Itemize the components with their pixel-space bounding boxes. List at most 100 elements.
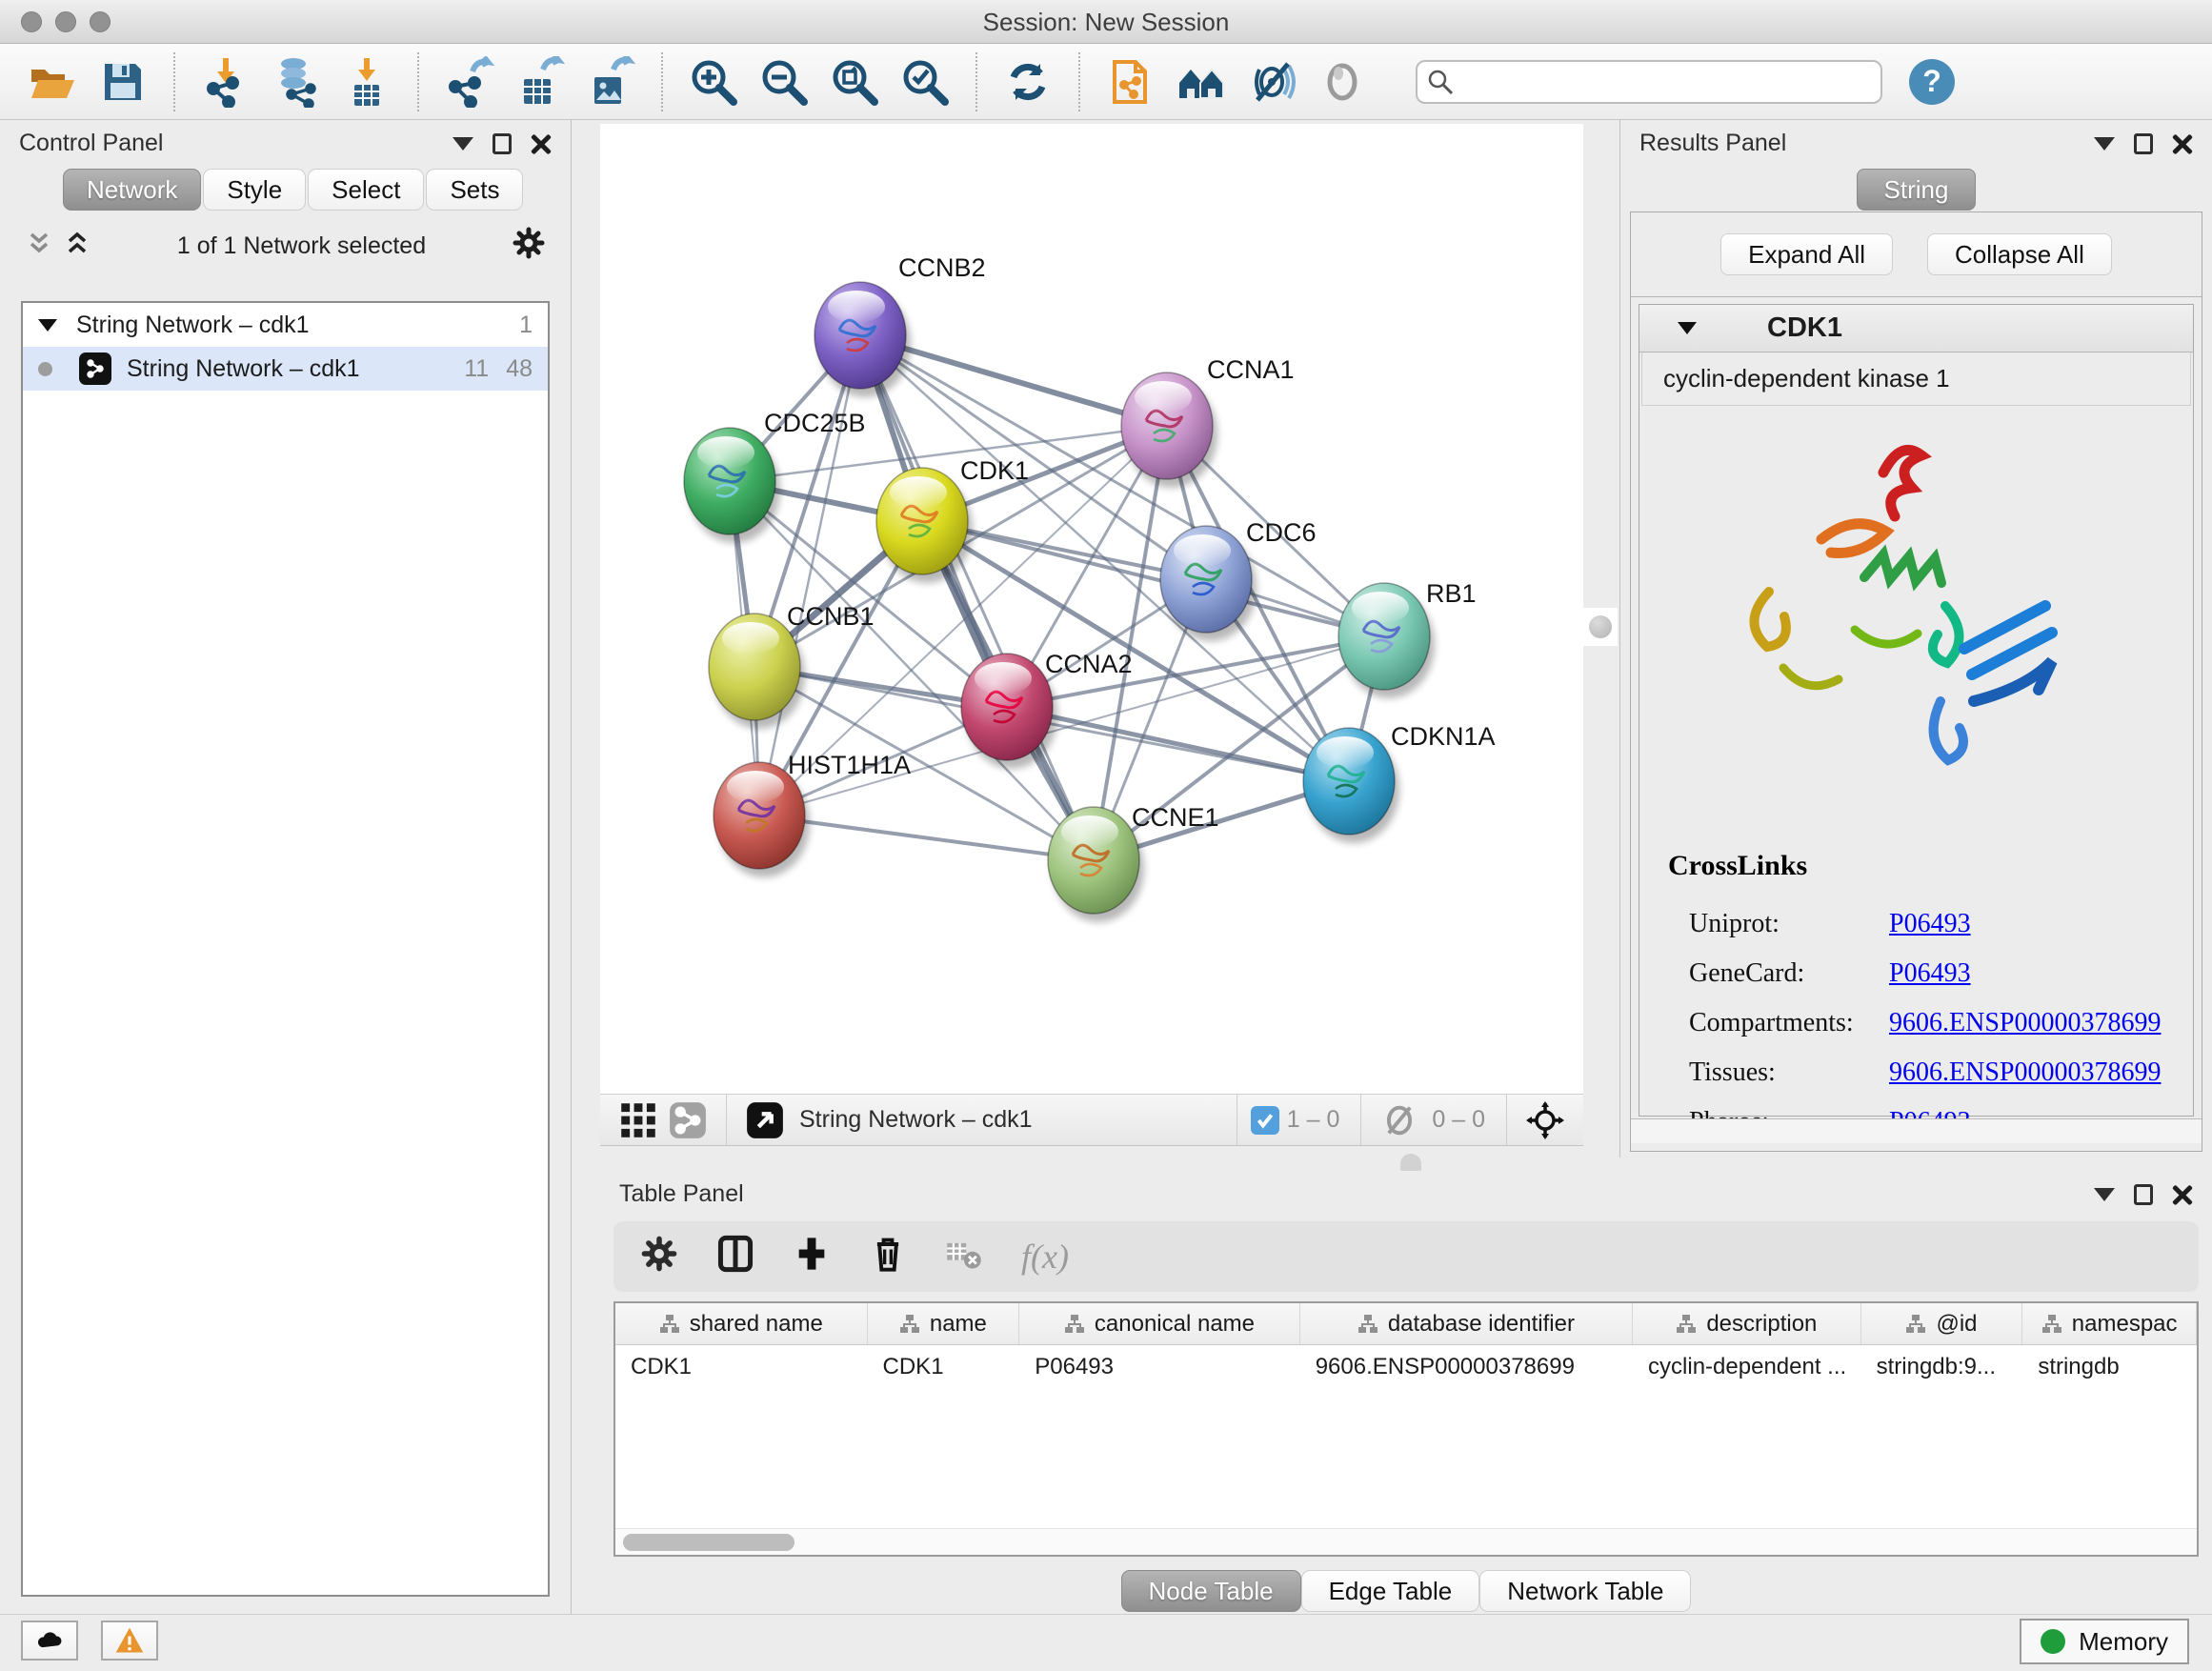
collapse-all-button[interactable]: Collapse All: [1927, 233, 2112, 275]
panel-float-icon[interactable]: [493, 133, 512, 154]
crosslink-link[interactable]: 9606.ENSP00000378699: [1889, 1057, 2161, 1088]
fit-content-crosshair-icon[interactable]: [1526, 1101, 1564, 1139]
edge-count: 48: [506, 355, 533, 383]
column-header-name[interactable]: name: [868, 1303, 1020, 1344]
show-columns-icon[interactable]: [716, 1235, 754, 1279]
collection-expand-icon[interactable]: [38, 319, 57, 332]
network-edge-CCNB2-CCNE1[interactable]: [860, 335, 1094, 860]
warnings-button[interactable]: [101, 1621, 158, 1661]
export-image-button[interactable]: [581, 51, 640, 112]
save-session-button[interactable]: [93, 51, 152, 112]
network-node-CCNA2[interactable]: CCNA2: [961, 650, 1133, 769]
crosslink-link[interactable]: P06493: [1889, 958, 1971, 989]
panel-close-icon[interactable]: [2172, 133, 2193, 154]
network-collection-row[interactable]: String Network – cdk1 1: [23, 303, 548, 347]
table-options-gear-icon[interactable]: [640, 1235, 678, 1279]
clear-table-icon[interactable]: [945, 1235, 983, 1279]
tab-string[interactable]: String: [1857, 169, 1977, 211]
zoom-fit-button[interactable]: [825, 51, 884, 112]
show-graphics-details-button[interactable]: [1313, 51, 1372, 112]
table-cell[interactable]: CDK1: [615, 1345, 868, 1389]
search-input[interactable]: [1416, 60, 1882, 104]
panel-menu-icon[interactable]: [452, 137, 473, 151]
table-cell[interactable]: CDK1: [868, 1345, 1020, 1389]
panel-close-icon[interactable]: [2172, 1184, 2193, 1205]
zoom-out-button[interactable]: [754, 51, 814, 112]
network-node-CCNB1[interactable]: CCNB1: [709, 602, 875, 729]
network-node-CDC6[interactable]: CDC6: [1160, 518, 1317, 641]
add-column-icon[interactable]: [793, 1235, 831, 1279]
expand-all-button[interactable]: Expand All: [1720, 233, 1893, 275]
panel-menu-icon[interactable]: [2094, 137, 2115, 151]
crosslink-link[interactable]: P06493: [1889, 909, 1971, 939]
share-document-button[interactable]: [1101, 51, 1160, 112]
zoom-in-button[interactable]: [684, 51, 743, 112]
panel-close-icon[interactable]: [531, 133, 552, 154]
column-header-description[interactable]: description: [1633, 1303, 1861, 1344]
tab-network[interactable]: Network: [63, 169, 201, 211]
table-row[interactable]: CDK1CDK1P064939606.ENSP00000378699cyclin…: [615, 1345, 2197, 1389]
table-cell[interactable]: stringdb: [2022, 1345, 2197, 1389]
table-cell[interactable]: cyclin-dependent ...: [1633, 1345, 1861, 1389]
collapse-all-networks-icon[interactable]: [25, 229, 53, 264]
hidden-items-icon[interactable]: [1380, 1101, 1418, 1139]
birdseye-view-icon[interactable]: [746, 1101, 784, 1139]
results-scrollbar[interactable]: [1631, 1118, 2202, 1143]
refresh-button[interactable]: [998, 51, 1057, 112]
panel-float-icon[interactable]: [2134, 133, 2153, 154]
panel-float-icon[interactable]: [2134, 1184, 2153, 1205]
delete-column-icon[interactable]: [869, 1235, 907, 1279]
table-cell[interactable]: P06493: [1019, 1345, 1299, 1389]
tab-edge-table[interactable]: Edge Table: [1301, 1570, 1480, 1612]
network-node-CCNB2[interactable]: CCNB2: [814, 253, 986, 397]
network-node-CDKN1A[interactable]: CDKN1A: [1303, 722, 1496, 843]
gene-collapse-icon[interactable]: [1678, 322, 1697, 334]
network-node-HIST1H1A[interactable]: HIST1H1A: [714, 751, 911, 877]
cloud-status-button[interactable]: [21, 1621, 78, 1661]
table-horizontal-scrollbar[interactable]: [615, 1528, 2197, 1555]
tab-style[interactable]: Style: [203, 169, 306, 211]
network-view[interactable]: CCNB2CCNA1CDC25BCDK1CDC6RB1CCNB1CCNA2CDK…: [600, 124, 1583, 1094]
results-panel-splitter[interactable]: [1583, 608, 1618, 646]
table-cell[interactable]: stringdb:9...: [1861, 1345, 2023, 1389]
network-edge-CCNA2-CDKN1A[interactable]: [1007, 707, 1349, 781]
crosslink-link[interactable]: 9606.ENSP00000378699: [1889, 1008, 2161, 1038]
import-network-file-button[interactable]: [196, 51, 255, 112]
open-session-button[interactable]: [23, 51, 82, 112]
network-options-gear-icon[interactable]: [512, 226, 546, 267]
selected-items-checkbox[interactable]: [1251, 1106, 1279, 1135]
column-header-canonical-name[interactable]: canonical name: [1019, 1303, 1299, 1344]
export-network-button[interactable]: [440, 51, 499, 112]
gene-section-header[interactable]: CDK1: [1639, 305, 2193, 352]
memory-button[interactable]: Memory: [2020, 1619, 2189, 1664]
hide-enhanced-graphics-button[interactable]: [1242, 51, 1301, 112]
network-share-icon[interactable]: [669, 1101, 707, 1139]
function-builder-icon[interactable]: f(x): [1021, 1237, 1069, 1277]
help-button[interactable]: ?: [1909, 59, 1955, 105]
panel-menu-icon[interactable]: [2094, 1188, 2115, 1201]
network-row[interactable]: String Network – cdk1 11 48: [23, 347, 548, 391]
import-table-file-button[interactable]: [337, 51, 396, 112]
table-cell[interactable]: 9606.ENSP00000378699: [1300, 1345, 1633, 1389]
tab-select[interactable]: Select: [308, 169, 424, 211]
tab-network-table[interactable]: Network Table: [1479, 1570, 1691, 1612]
import-network-database-button[interactable]: [267, 51, 326, 112]
network-node-CCNE1[interactable]: CCNE1: [1048, 803, 1219, 922]
string-home-button[interactable]: [1172, 51, 1231, 112]
tab-node-table[interactable]: Node Table: [1121, 1570, 1301, 1612]
export-table-button[interactable]: [511, 51, 570, 112]
crosslink-row: GeneCard:P06493: [1668, 949, 2164, 998]
column-header-namespac[interactable]: namespac: [2022, 1303, 2197, 1344]
column-header-database-identifier[interactable]: database identifier: [1300, 1303, 1633, 1344]
crosslinks-title: CrossLinks: [1668, 850, 2164, 882]
grid-view-icon[interactable]: [619, 1101, 657, 1139]
network-node-CDC25B[interactable]: CDC25B: [684, 409, 866, 543]
network-node-CCNA1[interactable]: CCNA1: [1121, 355, 1295, 488]
table-panel-splitter[interactable]: [600, 1158, 2212, 1171]
column-header-shared-name[interactable]: shared name: [615, 1303, 868, 1344]
expand-all-networks-icon[interactable]: [63, 229, 91, 264]
network-node-RB1[interactable]: RB1: [1338, 579, 1477, 698]
column-header-@id[interactable]: @id: [1861, 1303, 2023, 1344]
tab-sets[interactable]: Sets: [426, 169, 523, 211]
zoom-selected-button[interactable]: [895, 51, 955, 112]
